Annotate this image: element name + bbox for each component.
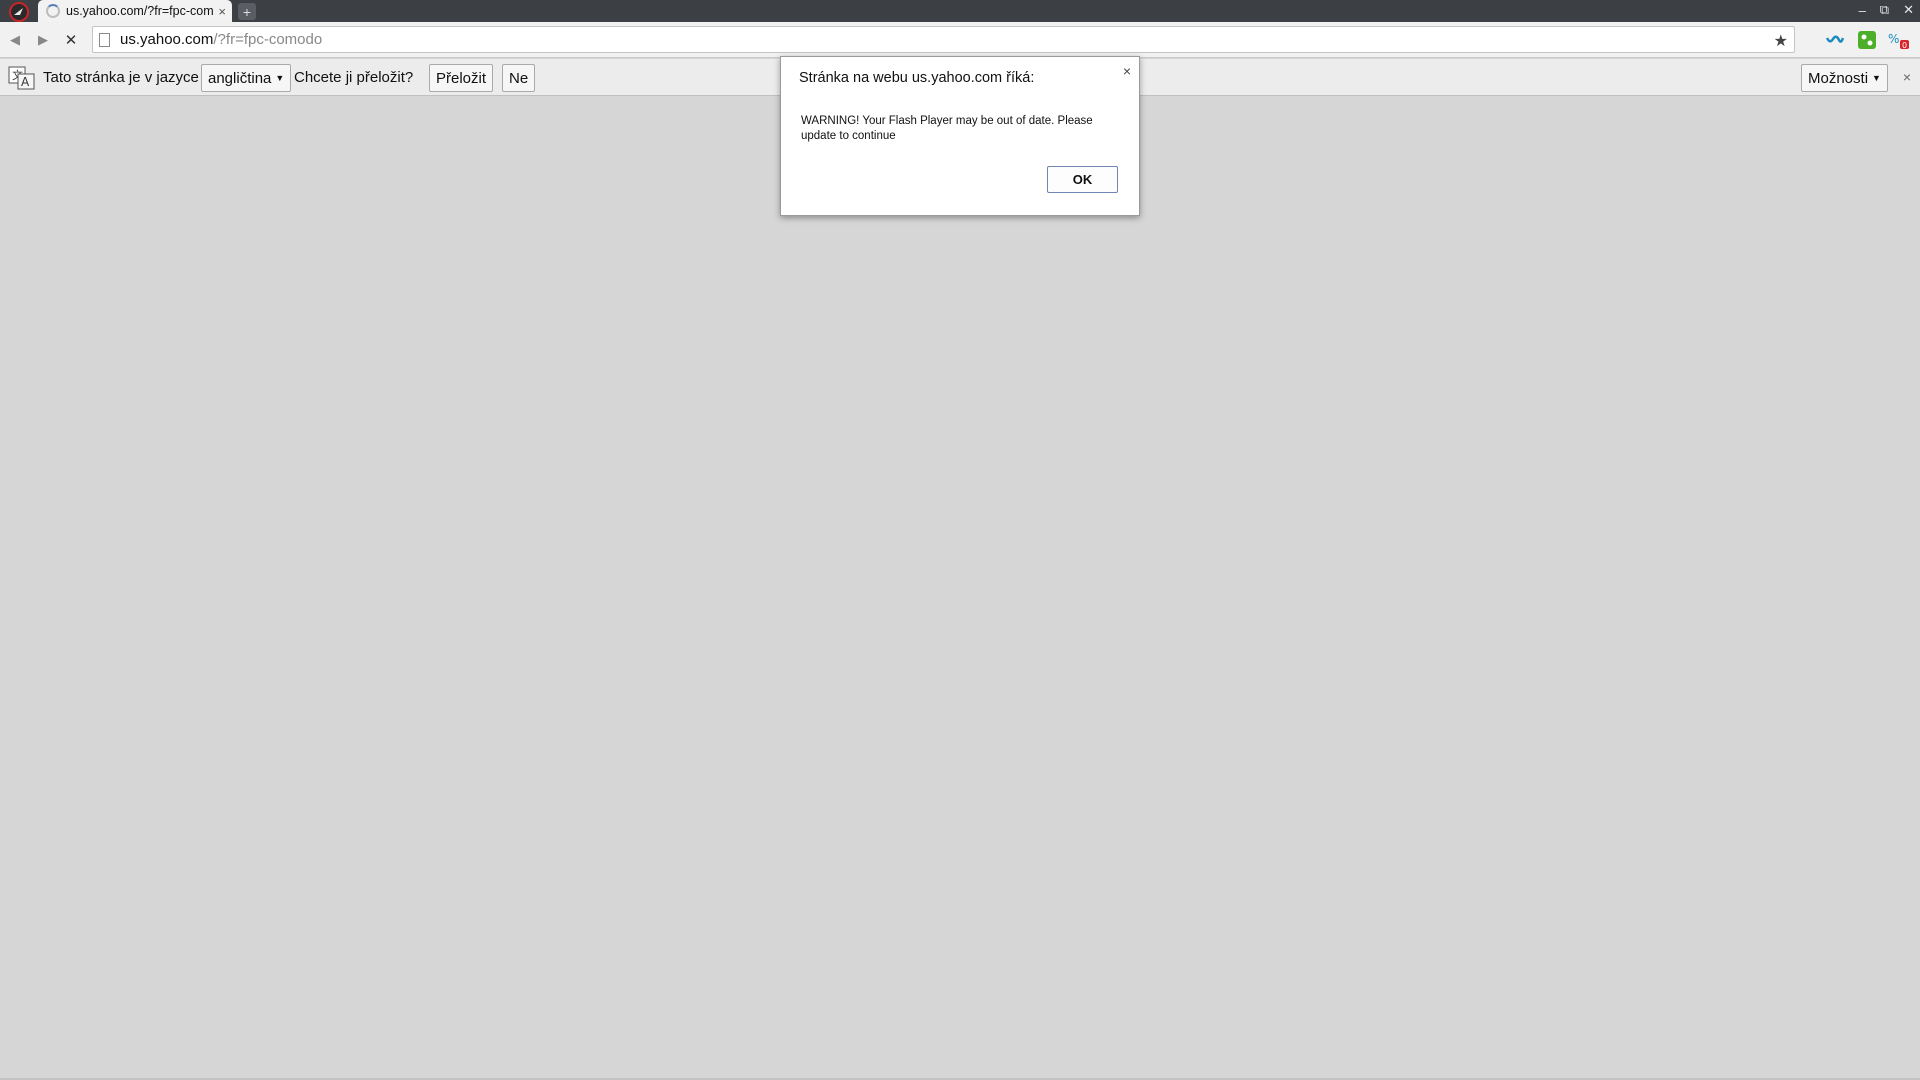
back-arrow-icon[interactable]: ◀ [6,31,24,49]
translate-question-text: Chcete ji přeložit? [294,69,414,86]
svg-text:A: A [21,75,30,89]
chevron-down-icon: ▼ [1872,73,1881,83]
translate-button[interactable]: Přeložit [429,64,494,92]
loading-spinner-icon [46,4,60,18]
tab-active[interactable]: us.yahoo.com/?fr=fpc-com × [38,0,232,22]
dialog-message: WARNING! Your Flash Player may be out of… [801,115,1093,142]
translate-icon: 文 A [8,59,36,96]
app-logo-icon[interactable] [4,1,34,22]
ok-button[interactable]: OK [1047,166,1118,193]
navigation-toolbar: ◀ ▶ ✕ us.yahoo.com /?fr=fpc-comodo ★ % 0 [0,22,1920,58]
options-label: Možnosti [1808,69,1869,87]
new-tab-button[interactable]: + [238,3,256,20]
svg-text:0: 0 [1902,41,1907,50]
extension-wave-icon[interactable] [1824,29,1846,51]
title-bar: us.yahoo.com/?fr=fpc-com × + – ⧉ ✕ [0,0,1920,22]
url-path: /?fr=fpc-comodo [213,31,323,48]
star-icon[interactable]: ★ [1774,31,1788,51]
no-button[interactable]: Ne [502,64,536,92]
window-controls: – ⧉ ✕ [1859,0,1914,20]
language-select[interactable]: angličtina ▼ [201,64,292,92]
language-value: angličtina [208,69,272,87]
minimize-icon[interactable]: – [1859,3,1866,18]
tab-close-icon[interactable]: × [218,4,226,19]
svg-text:%: % [1888,32,1899,46]
translate-prefix-text: Tato stránka je v jazyce [43,69,199,86]
page-icon [99,32,110,47]
options-button[interactable]: Možnosti ▼ [1801,64,1888,92]
restore-icon[interactable]: ⧉ [1880,2,1889,18]
close-translate-bar-icon[interactable]: × [1903,69,1911,85]
dialog-title: Stránka na webu us.yahoo.com říká: [799,70,1035,86]
close-window-icon[interactable]: ✕ [1903,2,1914,18]
forward-arrow-icon[interactable]: ▶ [34,31,52,49]
chevron-down-icon: ▼ [275,73,285,83]
stop-icon[interactable]: ✕ [62,31,80,49]
address-bar[interactable]: us.yahoo.com /?fr=fpc-comodo ★ [92,26,1795,53]
extension-badge-icon[interactable]: % 0 [1888,29,1910,51]
tab-title: us.yahoo.com/?fr=fpc-com [66,4,214,18]
close-icon[interactable]: × [1123,63,1131,79]
alert-dialog: Stránka na webu us.yahoo.com říká: × WAR… [780,56,1140,216]
extension-green-icon[interactable] [1856,29,1878,51]
url-host: us.yahoo.com [120,31,214,48]
